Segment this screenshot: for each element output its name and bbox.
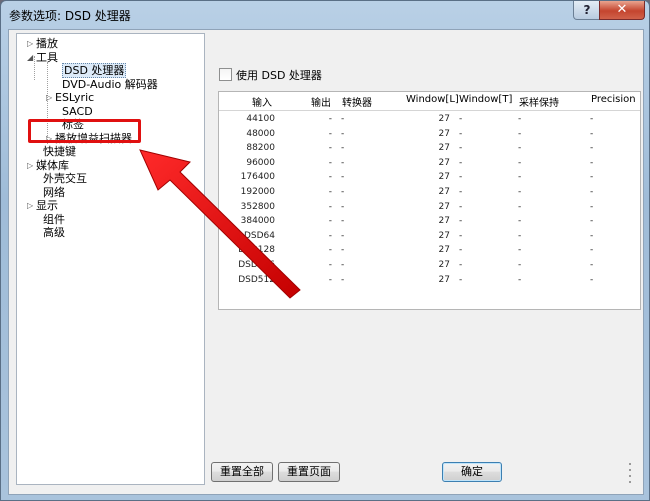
- red-arrow-icon: [139, 149, 301, 299]
- annotation-arrow: [139, 149, 301, 299]
